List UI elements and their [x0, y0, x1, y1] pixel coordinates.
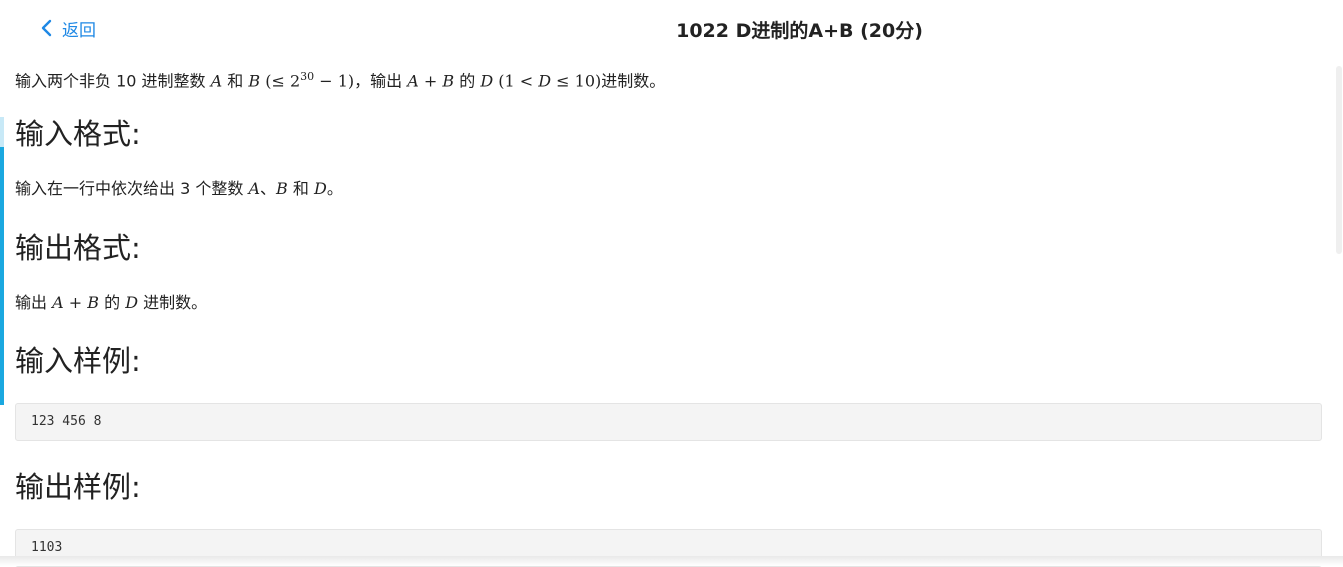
math-plus: +: [63, 293, 88, 312]
description-text: 和: [222, 71, 249, 91]
output-format-text: 输出 A + B 的 D 进制数。: [15, 292, 207, 314]
output-text: 进制数。: [138, 293, 208, 312]
bottom-shadow: [0, 556, 1343, 566]
input-text: 和: [287, 179, 314, 198]
output-text: 的: [99, 293, 126, 312]
math-D: D: [538, 71, 552, 91]
math-D: D: [313, 179, 327, 198]
math-A: A: [210, 71, 223, 91]
output-text: 输出: [15, 293, 53, 312]
input-text: 、: [260, 179, 277, 198]
math-B: B: [276, 179, 288, 198]
input-format-heading: 输入格式:: [15, 117, 141, 151]
output-format-heading: 输出格式:: [15, 231, 141, 265]
description-text: 的: [454, 71, 481, 91]
input-text: 输入在一行中依次给出 3 个整数: [15, 179, 249, 198]
left-accent-bar: [0, 117, 4, 405]
math-A: A: [248, 179, 261, 198]
description-text: 进制数。: [601, 71, 666, 91]
math-exponent: 30: [300, 70, 315, 83]
sample-output-code: 1103: [31, 540, 63, 555]
sample-output-heading: 输出样例:: [15, 470, 141, 504]
left-accent-bar-tip: [0, 117, 4, 147]
input-text: 。: [326, 179, 343, 198]
math-B: B: [442, 71, 455, 91]
page-title: 1022 D进制的A+B (20分): [676, 20, 923, 42]
sample-input-heading: 输入样例:: [15, 344, 141, 378]
math-D: D: [125, 293, 139, 312]
sample-input-block[interactable]: 123 456 8: [15, 403, 1322, 441]
math-D: D: [480, 71, 494, 91]
top-bar: 返回 1022 D进制的A+B (20分): [0, 0, 1343, 56]
description-text: ，输出: [354, 71, 408, 91]
problem-description: 输入两个非负 10 进制整数 A 和 B (≤ 230 − 1)，输出 A + …: [15, 66, 665, 92]
math-B: B: [87, 293, 99, 312]
math-B: B: [248, 71, 261, 91]
description-text: 输入两个非负 10 进制整数: [15, 71, 211, 91]
scrollbar-thumb[interactable]: [1336, 66, 1342, 254]
math-plus: +: [418, 71, 443, 91]
math-bound-end: − 1): [314, 71, 355, 91]
math-A: A: [52, 293, 64, 312]
math-A: A: [407, 71, 419, 91]
math-range: (1 <: [493, 71, 539, 91]
math-range-end: ≤ 10): [551, 71, 602, 91]
math-bound: (≤ 2: [260, 71, 301, 91]
input-format-text: 输入在一行中依次给出 3 个整数 A、B 和 D。: [15, 178, 343, 200]
sample-input-code: 123 456 8: [31, 414, 102, 429]
